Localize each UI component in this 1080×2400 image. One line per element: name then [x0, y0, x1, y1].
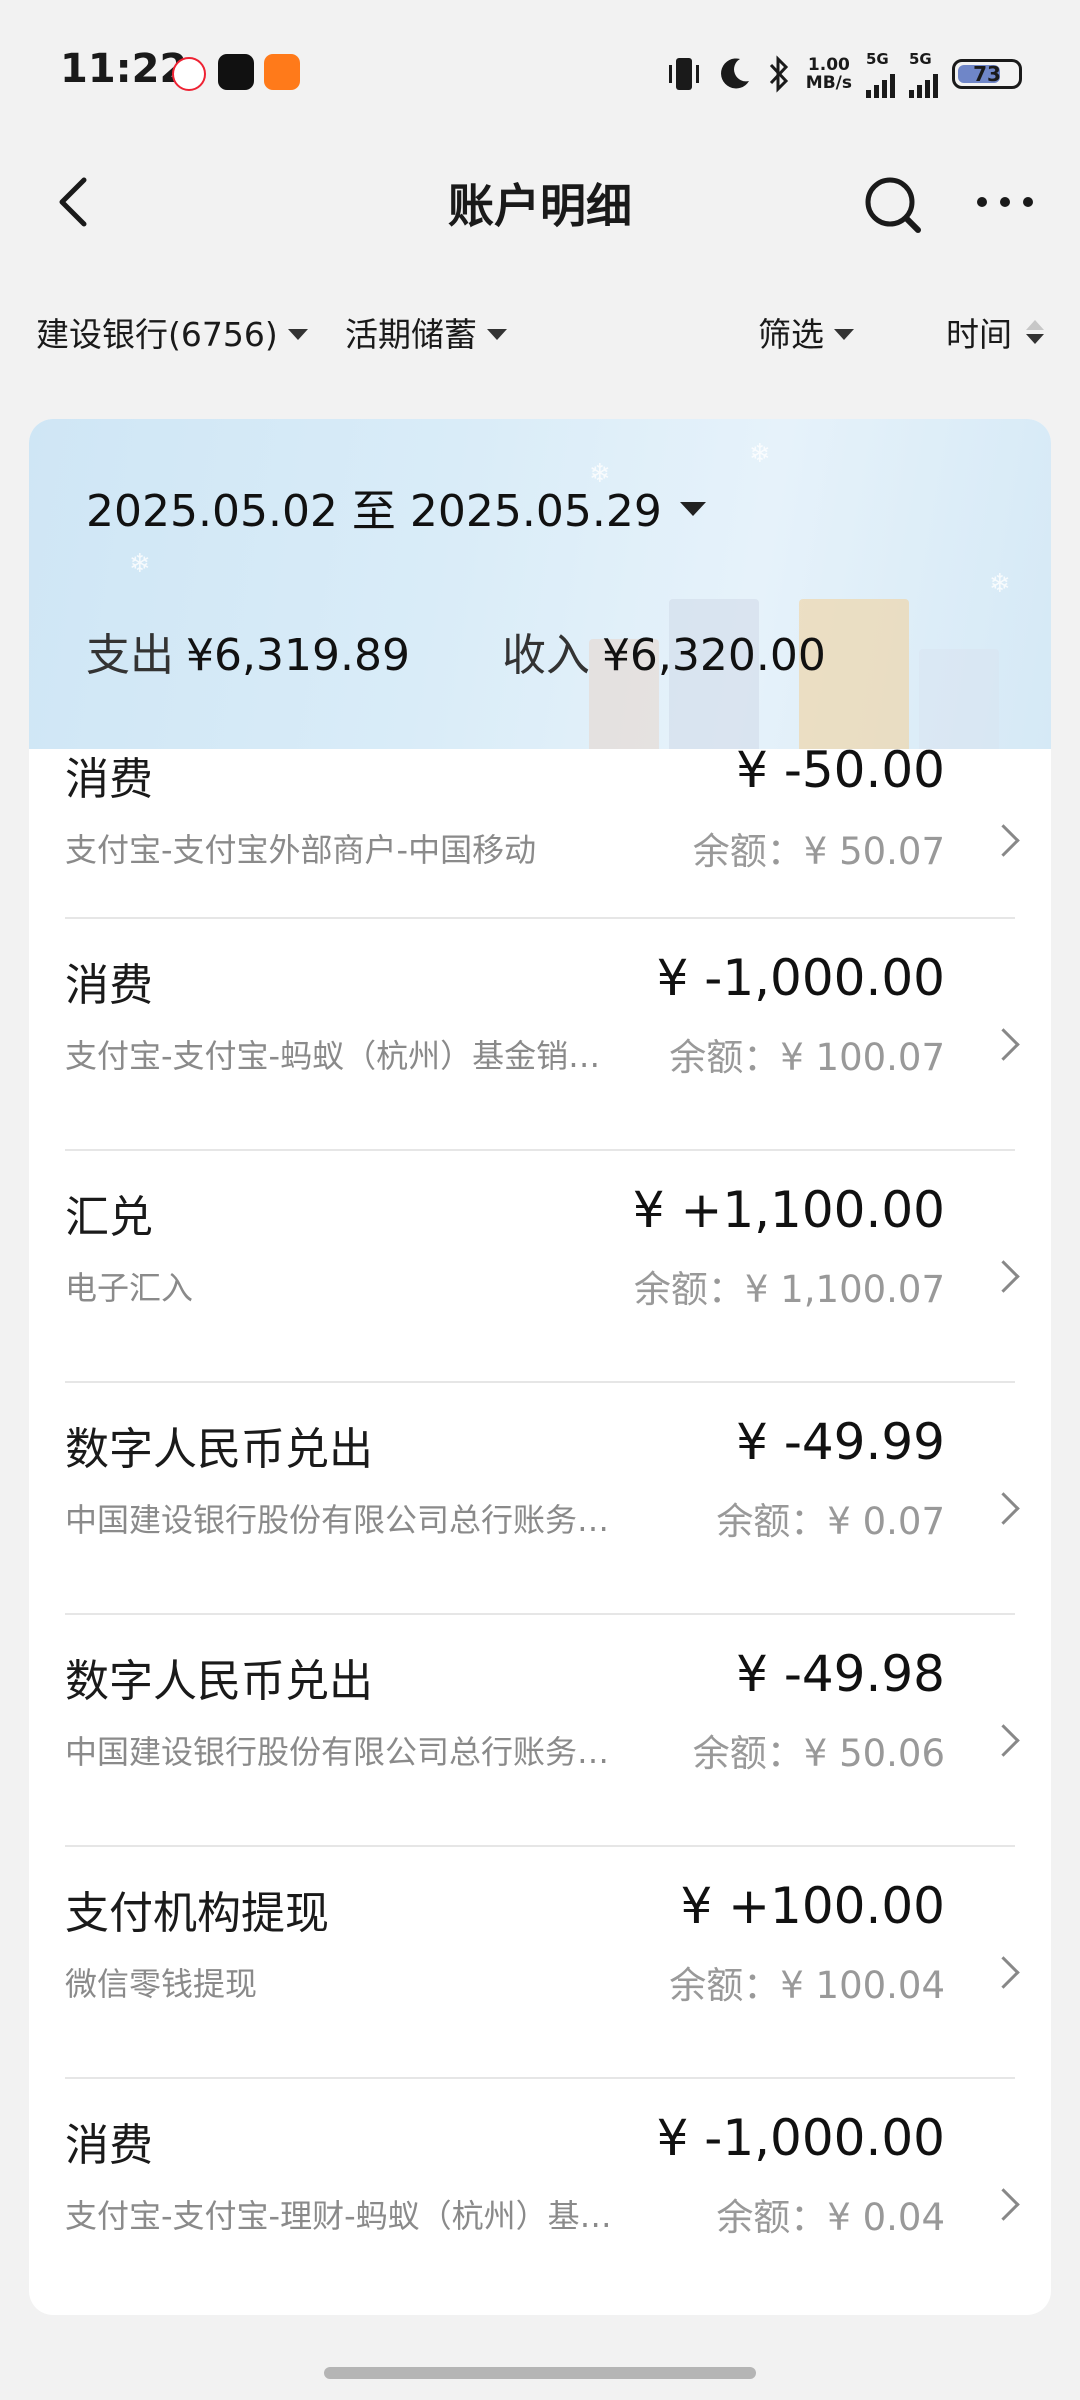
- caret-down-icon: [834, 328, 854, 340]
- transaction-balance: 余额：¥ 50.06: [692, 1732, 945, 1775]
- snowflake-icon: ❄: [749, 439, 771, 469]
- snowflake-icon: ❄: [129, 549, 151, 579]
- app-notification-icon: [172, 57, 206, 91]
- transaction-row[interactable]: 消费 ¥ -50.00 支付宝-支付宝外部商户-中国移动 余额：¥ 50.07: [29, 741, 1051, 919]
- transaction-type: 消费: [65, 2120, 153, 2171]
- account-label: 建设银行(6756): [36, 315, 278, 354]
- transaction-row[interactable]: 汇兑 ¥ +1,100.00 电子汇入 余额：¥ 1,100.07: [29, 1151, 1051, 1383]
- filter-label: 筛选: [758, 315, 824, 354]
- date-range-selector[interactable]: 2025.05.02 至 2025.05.29: [86, 475, 706, 539]
- account-detail-card: ❄ ❄ ❄ ❄ 2025.05.02 至 2025.05.29 支出 ¥6,319…: [29, 419, 1051, 2315]
- moon-icon: [720, 58, 749, 89]
- chevron-right-icon: [987, 1028, 1020, 1061]
- transaction-description: 电子汇入: [65, 1269, 194, 1307]
- account-selector[interactable]: 建设银行(6756): [36, 308, 308, 356]
- transaction-description: 微信零钱提现: [65, 1965, 258, 2003]
- transaction-type: 汇兑: [65, 1192, 153, 1243]
- app-notification-icon: [264, 54, 300, 90]
- income-value: ¥6,320.00: [601, 630, 826, 681]
- filter-button[interactable]: 筛选: [758, 308, 854, 356]
- account-type-label: 活期储蓄: [345, 315, 477, 354]
- transaction-amount: ¥ -49.98: [736, 1645, 945, 1703]
- transaction-type: 数字人民币兑出: [65, 1656, 373, 1707]
- home-indicator[interactable]: [324, 2367, 756, 2379]
- signal-bars-icon: [909, 68, 938, 98]
- chevron-right-icon: [987, 2188, 1020, 2221]
- sort-icon: [1026, 320, 1044, 344]
- signal-bars-icon: [866, 68, 895, 98]
- battery-icon: 73: [952, 59, 1022, 89]
- status-indicators: 1.00 MB/s 5G 5G 73: [664, 50, 1022, 98]
- transaction-balance: 余额：¥ 100.04: [669, 1964, 945, 2007]
- chevron-right-icon: [987, 1260, 1020, 1293]
- transaction-balance: 余额：¥ 50.07: [692, 830, 945, 873]
- battery-level: 73: [973, 62, 1001, 86]
- sim2-label: 5G: [909, 50, 932, 68]
- vibrate-icon: [668, 58, 699, 90]
- caret-down-icon: [487, 328, 507, 340]
- transaction-balance: 余额：¥ 1,100.07: [633, 1268, 945, 1311]
- transaction-amount: ¥ -50.00: [736, 741, 945, 799]
- bluetooth-icon: [769, 55, 788, 93]
- transaction-balance: 余额：¥ 100.07: [669, 1036, 945, 1079]
- income-summary: 收入 ¥6,320.00: [502, 619, 826, 683]
- transaction-type: 消费: [65, 960, 153, 1011]
- status-time: 11:22: [60, 46, 188, 92]
- summary-banner: ❄ ❄ ❄ ❄ 2025.05.02 至 2025.05.29 支出 ¥6,319…: [29, 419, 1051, 749]
- transaction-row[interactable]: 消费 ¥ -1,000.00 支付宝-支付宝-蚂蚁（杭州）基金销… 余额：¥ 100.…: [29, 919, 1051, 1151]
- caret-down-icon: [287, 328, 308, 340]
- app-header: 账户明细: [0, 150, 1080, 250]
- transaction-type: 数字人民币兑出: [65, 1424, 373, 1475]
- transaction-amount: ¥ +1,100.00: [632, 1181, 945, 1239]
- chevron-right-icon: [987, 1492, 1020, 1525]
- expense-label: 支出: [86, 630, 174, 681]
- account-type-selector[interactable]: 活期储蓄: [345, 308, 507, 356]
- snowflake-icon: ❄: [989, 569, 1011, 599]
- banner-decoration: [919, 649, 999, 749]
- transaction-row[interactable]: 支付机构提现 ¥ +100.00 微信零钱提现 余额：¥ 100.04: [29, 1847, 1051, 2079]
- transaction-amount: ¥ -49.99: [736, 1413, 945, 1471]
- transaction-balance: 余额：¥ 0.04: [716, 2196, 945, 2239]
- sort-time-button[interactable]: 时间: [946, 308, 1044, 356]
- signal-sim1: 5G: [866, 50, 895, 98]
- transaction-description: 中国建设银行股份有限公司总行账务…: [65, 1501, 610, 1539]
- app-notification-icon: [218, 54, 254, 90]
- transaction-description: 支付宝-支付宝外部商户-中国移动: [65, 831, 537, 869]
- status-bar: 11:22 1.00 MB/s 5G 5G 73: [0, 0, 1080, 140]
- transaction-amount: ¥ +100.00: [680, 1877, 945, 1935]
- sim1-label: 5G: [866, 50, 889, 68]
- transaction-row[interactable]: 数字人民币兑出 ¥ -49.99 中国建设银行股份有限公司总行账务… 余额：¥ 0.0…: [29, 1383, 1051, 1615]
- net-speed-unit: MB/s: [805, 73, 852, 93]
- transaction-description: 支付宝-支付宝-蚂蚁（杭州）基金销…: [65, 1037, 601, 1075]
- chevron-right-icon: [987, 1724, 1020, 1757]
- transaction-type: 消费: [65, 754, 153, 805]
- transaction-amount: ¥ -1,000.00: [656, 949, 945, 1007]
- chevron-right-icon: [987, 824, 1020, 857]
- income-label: 收入: [501, 630, 590, 681]
- transaction-description: 中国建设银行股份有限公司总行账务…: [65, 1733, 610, 1771]
- transaction-description: 支付宝-支付宝-理财-蚂蚁（杭州）基…: [65, 2197, 612, 2235]
- net-speed-value: 1.00: [807, 55, 850, 75]
- transaction-balance: 余额：¥ 0.07: [716, 1500, 945, 1543]
- sort-label: 时间: [946, 315, 1012, 354]
- period-summary: 支出 ¥6,319.89 收入 ¥6,320.00: [86, 619, 826, 683]
- search-icon[interactable]: [860, 172, 926, 238]
- signal-sim2: 5G: [909, 50, 938, 98]
- network-speed: 1.00 MB/s: [806, 56, 852, 92]
- transaction-type: 支付机构提现: [65, 1888, 329, 1939]
- more-icon[interactable]: [970, 172, 1040, 232]
- transaction-amount: ¥ -1,000.00: [656, 2109, 945, 2167]
- date-range-label: 2025.05.02 至 2025.05.29: [86, 486, 662, 537]
- expense-summary: 支出 ¥6,319.89: [86, 619, 410, 683]
- filter-bar: 建设银行(6756) 活期储蓄 筛选 时间: [0, 300, 1080, 364]
- transaction-row[interactable]: 消费 ¥ -1,000.00 支付宝-支付宝-理财-蚂蚁（杭州）基… 余额：¥ 0.0…: [29, 2079, 1051, 2311]
- transaction-row[interactable]: 数字人民币兑出 ¥ -49.98 中国建设银行股份有限公司总行账务… 余额：¥ 50.…: [29, 1615, 1051, 1847]
- chevron-right-icon: [987, 1956, 1020, 1989]
- transaction-list: 消费 ¥ -50.00 支付宝-支付宝外部商户-中国移动 余额：¥ 50.07 消费 ¥ …: [29, 741, 1051, 2311]
- caret-down-icon: [679, 502, 706, 516]
- expense-value: ¥6,319.89: [186, 630, 410, 681]
